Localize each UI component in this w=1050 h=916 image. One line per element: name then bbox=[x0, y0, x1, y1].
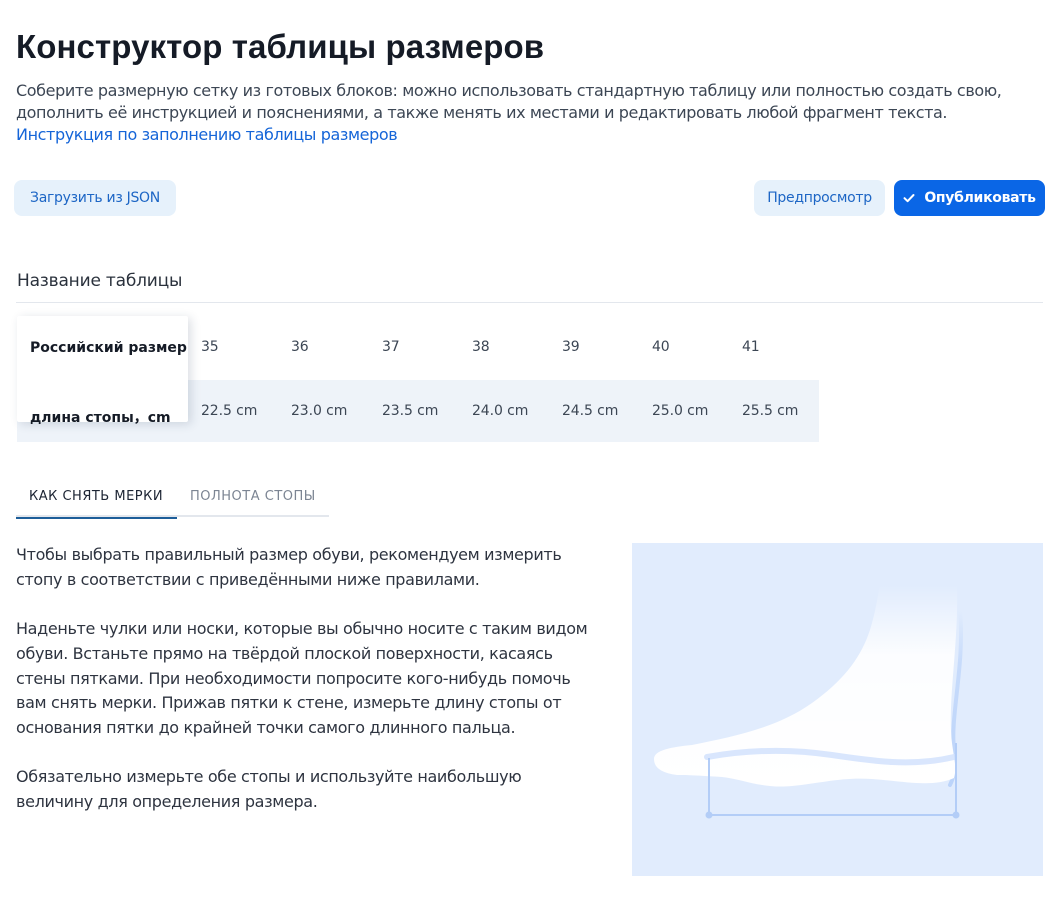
foot-icon bbox=[654, 585, 964, 819]
length-cell[interactable]: 23.5 cm bbox=[382, 403, 438, 419]
instructions-text: Чтобы выбрать правильный размер обуви, р… bbox=[16, 543, 591, 839]
size-cell[interactable]: 41 bbox=[742, 339, 760, 355]
size-cell[interactable]: 39 bbox=[562, 339, 580, 355]
length-cell[interactable]: 25.0 cm bbox=[652, 403, 708, 419]
load-json-label: Загрузить из JSON bbox=[30, 190, 160, 206]
preview-label: Предпросмотр bbox=[767, 190, 872, 206]
length-cell[interactable]: 24.5 cm bbox=[562, 403, 618, 419]
table-name-underline bbox=[16, 302, 1043, 303]
load-json-button[interactable]: Загрузить из JSON bbox=[14, 180, 176, 216]
instruction-paragraph: Чтобы выбрать правильный размер обуви, р… bbox=[16, 545, 562, 589]
tab-foot-width[interactable]: ПОЛНОТА СТОПЫ bbox=[190, 482, 316, 517]
foot-measure-illustration bbox=[632, 543, 1043, 876]
publish-label: Опубликовать bbox=[924, 190, 1036, 206]
instruction-link[interactable]: Инструкция по заполнению таблицы размеро… bbox=[16, 125, 398, 144]
instruction-paragraph: Обязательно измерьте обе стопы и использ… bbox=[16, 767, 522, 811]
row-header-russian-size: Российский размер bbox=[30, 339, 187, 356]
page-title: Конструктор таблицы размеров bbox=[16, 28, 545, 65]
size-cell[interactable]: 40 bbox=[652, 339, 670, 355]
page-intro: Соберите размерную сетку из готовых блок… bbox=[16, 80, 1036, 146]
tab-how-to-measure[interactable]: КАК СНЯТЬ МЕРКИ bbox=[16, 482, 177, 519]
check-icon bbox=[903, 194, 915, 203]
length-cell[interactable]: 22.5 cm bbox=[201, 403, 257, 419]
preview-button[interactable]: Предпросмотр bbox=[754, 180, 885, 216]
size-cell[interactable]: 36 bbox=[291, 339, 309, 355]
size-cell[interactable]: 35 bbox=[201, 339, 219, 355]
row-header-foot-length: длина стопы，cm bbox=[30, 409, 171, 426]
length-cell[interactable]: 25.5 cm bbox=[742, 403, 798, 419]
publish-button[interactable]: Опубликовать bbox=[894, 180, 1045, 216]
tab-bar: КАК СНЯТЬ МЕРКИ ПОЛНОТА СТОПЫ bbox=[16, 482, 329, 519]
size-cell[interactable]: 38 bbox=[472, 339, 490, 355]
length-cell[interactable]: 24.0 cm bbox=[472, 403, 528, 419]
intro-text: Соберите размерную сетку из готовых блок… bbox=[16, 81, 1002, 122]
table-name-field[interactable]: Название таблицы bbox=[17, 271, 182, 291]
instruction-paragraph: Наденьте чулки или носки, которые вы обы… bbox=[16, 619, 588, 737]
size-cell[interactable]: 37 bbox=[382, 339, 400, 355]
length-cell[interactable]: 23.0 cm bbox=[291, 403, 347, 419]
row-headers: Российский размер длина стопы，cm bbox=[17, 316, 188, 426]
